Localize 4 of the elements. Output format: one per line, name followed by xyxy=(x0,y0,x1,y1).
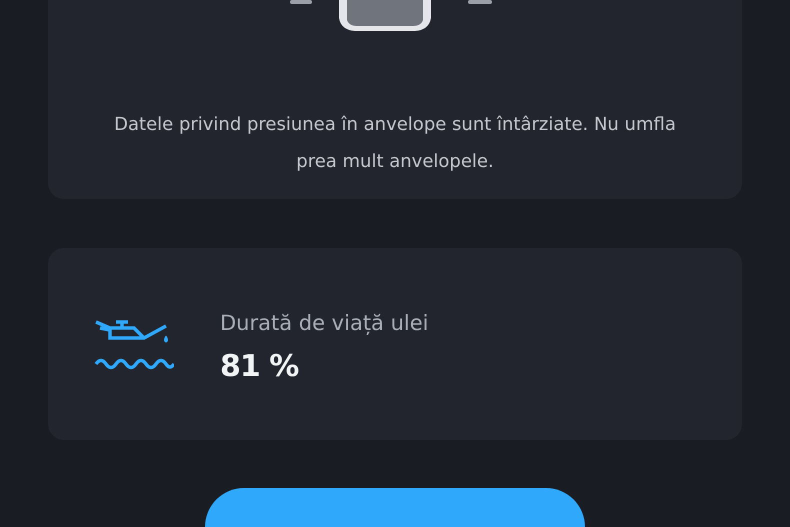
oil-life-label: Durată de viață ulei xyxy=(220,311,428,336)
oil-can-icon xyxy=(94,318,174,370)
oil-life-value: 81 % xyxy=(220,349,300,384)
tire-pressure-message: Datele privind presiunea în anvelope sunt întârziate. Nu umfla prea mult anvelopele. xyxy=(113,113,677,174)
